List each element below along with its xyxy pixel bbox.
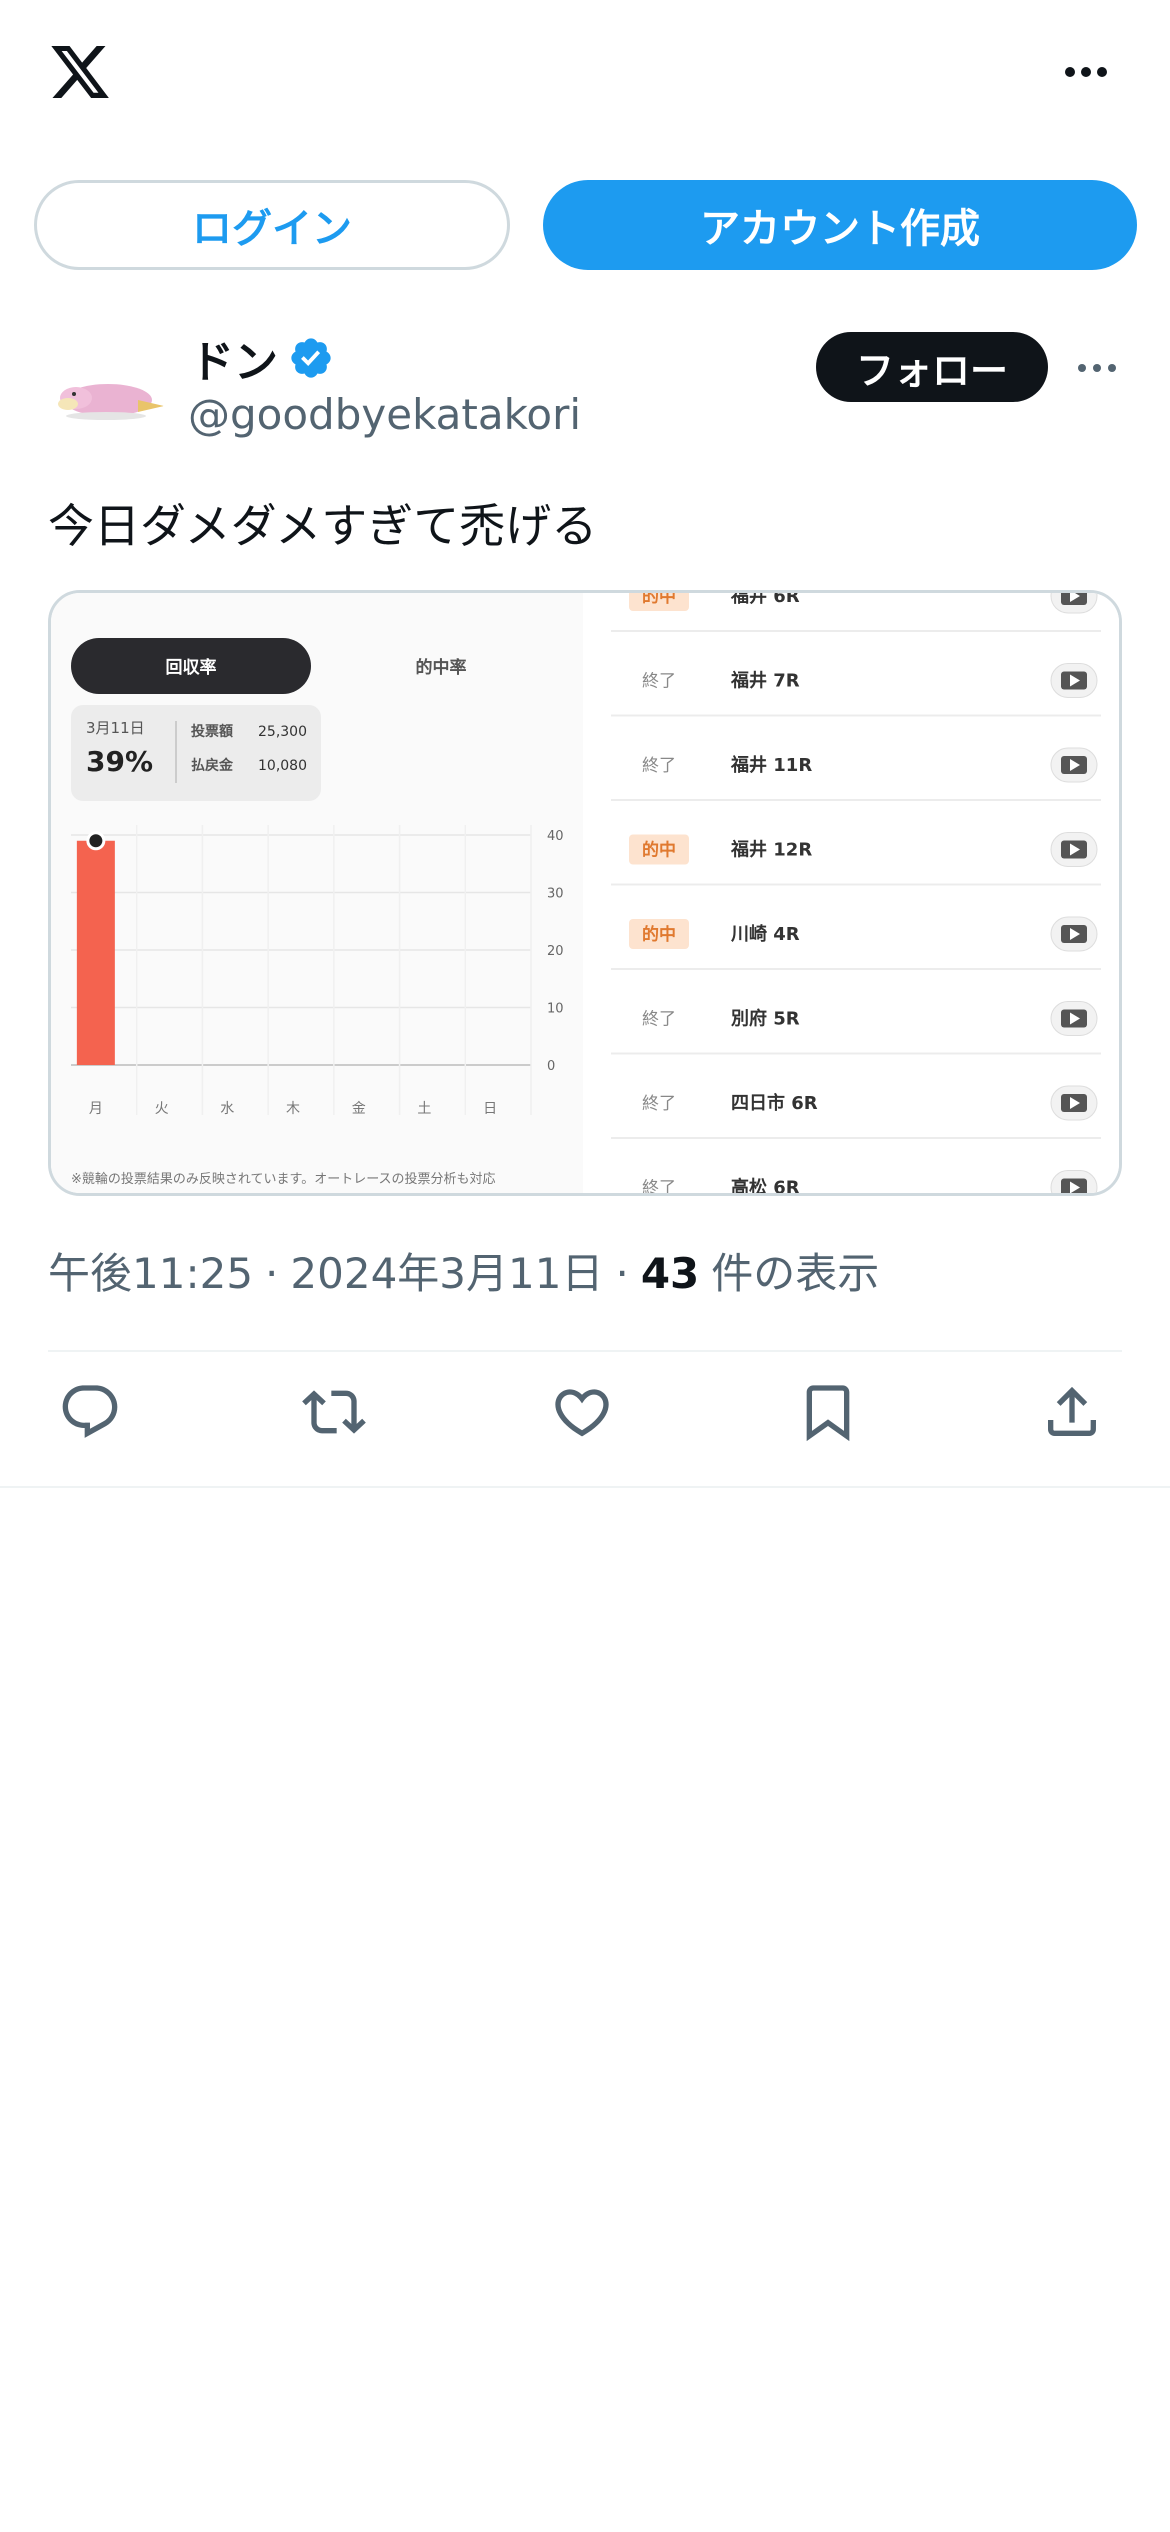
follow-button[interactable]: フォロー <box>816 332 1048 402</box>
chart-bar <box>76 840 115 1065</box>
views-count: 43 <box>640 1249 700 1298</box>
summary-payout-value: 10,080 <box>258 758 307 774</box>
y-tick-label: 10 <box>547 1002 564 1017</box>
x-tick-label: 水 <box>220 1101 234 1117</box>
share-icon[interactable] <box>1040 1380 1104 1444</box>
race-status: 的中 <box>642 924 676 945</box>
bookmark-icon[interactable] <box>796 1380 860 1444</box>
create-account-button[interactable]: アカウント作成 <box>543 180 1137 270</box>
summary-date: 3月11日 <box>86 719 145 737</box>
author-name-row: ドン <box>190 330 334 388</box>
race-name: 高松 6R <box>731 1177 800 1197</box>
x-tick-label: 金 <box>352 1101 366 1117</box>
meta-separator: · <box>615 1249 629 1298</box>
post-date[interactable]: 2024年3月11日 <box>290 1240 603 1301</box>
tweet-media-image[interactable]: 回収率 的中率 3月11日 39% 投票額 25,300 払戻金 10,080 … <box>48 590 1122 1196</box>
reply-icon[interactable] <box>58 1380 122 1444</box>
race-status: 終了 <box>642 1094 676 1114</box>
y-tick-label: 0 <box>547 1059 555 1074</box>
meta-separator: · <box>265 1249 279 1298</box>
x-tick-label: 日 <box>483 1101 497 1117</box>
action-bar <box>0 1380 1170 1460</box>
y-tick-label: 30 <box>547 887 564 902</box>
race-name: 四日市 6R <box>731 1092 818 1114</box>
x-tick-label: 木 <box>286 1101 300 1117</box>
summary-bet-value: 25,300 <box>258 724 307 740</box>
summary-payout-label: 払戻金 <box>191 757 234 774</box>
y-tick-label: 40 <box>547 829 564 844</box>
x-logo-icon[interactable] <box>46 40 114 104</box>
more-horizontal-icon[interactable] <box>1076 358 1118 378</box>
tab-hit-rate: 的中率 <box>416 657 467 678</box>
race-status: 終了 <box>642 1010 676 1030</box>
race-name: 福井 12R <box>730 839 812 861</box>
race-status: 的中 <box>642 840 676 861</box>
x-tick-label: 月 <box>89 1101 103 1117</box>
login-button[interactable]: ログイン <box>34 180 510 270</box>
summary-bet-label: 投票額 <box>191 723 233 740</box>
post-time[interactable]: 午後11:25 <box>48 1240 253 1301</box>
chart-point-marker <box>86 831 106 851</box>
race-name: 別府 5R <box>731 1008 800 1030</box>
race-status: 終了 <box>642 672 676 692</box>
author-name[interactable]: ドン <box>190 326 278 390</box>
author-handle[interactable]: @goodbyekatakori <box>188 390 581 439</box>
divider <box>0 1486 1170 1488</box>
media-note: ※競輪の投票結果のみ反映されています。オートレースの投票分析も対応 <box>71 1171 496 1187</box>
avatar[interactable] <box>46 328 166 448</box>
race-status: 的中 <box>642 593 676 607</box>
race-status: 終了 <box>642 1179 676 1197</box>
x-tick-label: 土 <box>417 1101 431 1117</box>
race-status: 終了 <box>642 756 676 776</box>
race-name: 川崎 4R <box>730 923 800 945</box>
summary-rate: 39% <box>86 745 153 778</box>
verified-badge-icon <box>291 338 331 378</box>
tab-recovery-rate: 回収率 <box>166 657 217 678</box>
top-bar <box>0 0 1170 150</box>
views-label: 件の表示 <box>711 1249 880 1298</box>
retweet-icon[interactable] <box>302 1380 366 1444</box>
heart-icon[interactable] <box>550 1380 614 1444</box>
x-tick-label: 火 <box>155 1101 169 1117</box>
tweet-text: 今日ダメダメすぎて禿げる <box>48 499 598 553</box>
post-meta: 午後11:25 · 2024年3月11日 · 43 件の表示 <box>48 1240 879 1301</box>
divider <box>48 1350 1122 1352</box>
race-name: 福井 6R <box>730 593 800 607</box>
more-horizontal-icon[interactable] <box>1062 58 1110 86</box>
race-name: 福井 11R <box>730 754 812 776</box>
race-name: 福井 7R <box>730 670 800 692</box>
y-tick-label: 20 <box>547 944 564 959</box>
